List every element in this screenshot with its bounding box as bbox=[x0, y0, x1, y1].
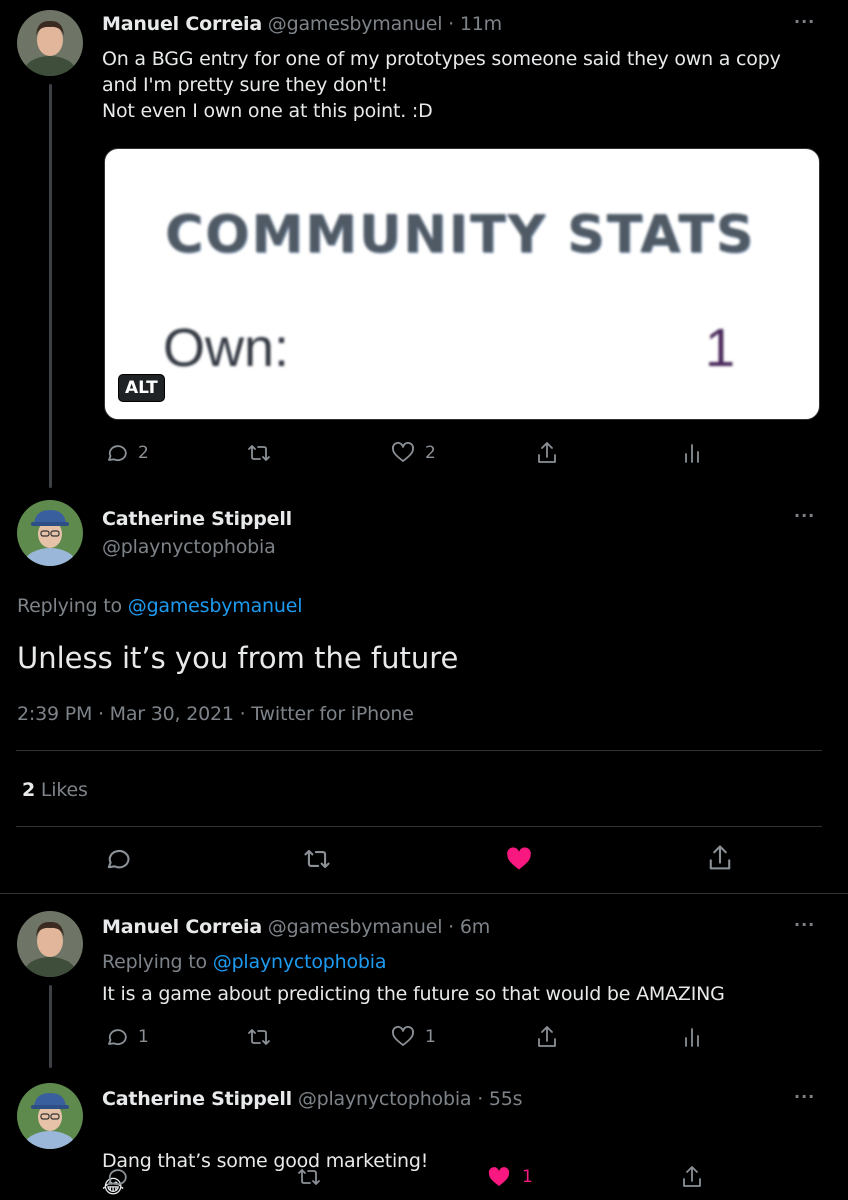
alt-badge[interactable]: ALT bbox=[118, 374, 165, 402]
likes-label: Likes bbox=[35, 779, 88, 801]
share-icon bbox=[538, 442, 556, 463]
display-name[interactable]: Manuel Correia bbox=[102, 13, 262, 35]
share-icon bbox=[683, 1166, 701, 1187]
retweet-button[interactable] bbox=[246, 1025, 272, 1049]
like-button[interactable]: 1 bbox=[486, 1165, 533, 1189]
handle[interactable]: @gamesbymanuel bbox=[268, 916, 443, 938]
community-stats-title: COMMUNITY STATS bbox=[165, 205, 756, 265]
tweet-header: Manuel Correia @gamesbymanuel · 11m bbox=[102, 13, 502, 35]
timestamp[interactable]: · 55s bbox=[477, 1088, 522, 1110]
reply-icon bbox=[108, 1169, 127, 1186]
retweet-button[interactable] bbox=[246, 441, 272, 465]
like-button[interactable]: 2 bbox=[391, 441, 436, 465]
share-icon bbox=[538, 1026, 556, 1047]
reply-button[interactable] bbox=[103, 845, 131, 873]
likes-summary[interactable]: 2 Likes bbox=[22, 779, 88, 801]
analytics-button[interactable] bbox=[682, 441, 702, 465]
divider bbox=[16, 826, 822, 827]
tweet-text: On a BGG entry for one of my prototypes … bbox=[102, 48, 781, 122]
retweet-button[interactable] bbox=[296, 1165, 322, 1189]
display-name[interactable]: Catherine Stippell bbox=[102, 1088, 292, 1110]
heart-icon bbox=[392, 1026, 414, 1046]
reply-button[interactable]: 1 bbox=[104, 1025, 149, 1049]
retweet-button[interactable] bbox=[302, 845, 332, 873]
share-button[interactable] bbox=[680, 1164, 704, 1190]
replying-to-handle[interactable]: @gamesbymanuel bbox=[128, 595, 303, 617]
heart-icon bbox=[392, 442, 414, 462]
tweet-text-content: Dang that’s some good marketing! bbox=[102, 1150, 429, 1172]
divider bbox=[0, 893, 848, 894]
retweet-icon bbox=[304, 849, 330, 869]
handle[interactable]: @playnyctophobia bbox=[102, 536, 276, 558]
like-count: 1 bbox=[425, 1027, 436, 1047]
share-button[interactable] bbox=[535, 1024, 559, 1050]
tweet-header: Manuel Correia @gamesbymanuel · 6m bbox=[102, 916, 490, 938]
replying-to: Replying to @playnyctophobia bbox=[102, 951, 387, 973]
timestamp[interactable]: · 6m bbox=[448, 916, 490, 938]
timestamp[interactable]: · 11m bbox=[448, 13, 502, 35]
analytics-icon bbox=[685, 444, 699, 463]
own-value: 1 bbox=[705, 318, 736, 378]
tweet-header: Catherine Stippell @playnyctophobia · 55… bbox=[102, 1088, 523, 1110]
retweet-icon bbox=[248, 445, 270, 461]
heart-filled-icon bbox=[488, 1167, 510, 1186]
reply-icon bbox=[107, 850, 130, 869]
heart-filled-icon bbox=[507, 847, 531, 870]
tweet-text: Dang that’s some good marketing! 😂 bbox=[102, 1122, 428, 1200]
handle[interactable]: @playnyctophobia bbox=[298, 1088, 472, 1110]
analytics-button[interactable] bbox=[682, 1025, 702, 1049]
divider bbox=[16, 750, 822, 751]
tweet-meta[interactable]: 2:39 PM · Mar 30, 2021 · Twitter for iPh… bbox=[17, 703, 414, 725]
reply-button[interactable]: 2 bbox=[104, 441, 149, 465]
avatar[interactable] bbox=[17, 1083, 83, 1149]
share-button[interactable] bbox=[706, 843, 734, 873]
reply-button[interactable] bbox=[104, 1165, 128, 1189]
reply-icon bbox=[108, 1029, 127, 1046]
more-icon[interactable]: ··· bbox=[794, 915, 815, 934]
tweet-image[interactable]: COMMUNITY STATS Own: 1 bbox=[104, 148, 820, 420]
replying-to-prefix: Replying to bbox=[17, 595, 128, 617]
reply-icon bbox=[108, 445, 127, 462]
avatar[interactable] bbox=[17, 500, 83, 566]
like-count: 1 bbox=[522, 1167, 533, 1187]
replying-to-prefix: Replying to bbox=[102, 951, 213, 973]
like-button[interactable]: 1 bbox=[391, 1025, 436, 1049]
reply-count: 2 bbox=[138, 443, 149, 463]
display-name[interactable]: Catherine Stippell bbox=[102, 508, 292, 530]
more-icon[interactable]: ··· bbox=[794, 12, 815, 31]
more-icon[interactable]: ··· bbox=[794, 506, 815, 525]
share-button[interactable] bbox=[535, 440, 559, 466]
tweet-text: It is a game about predicting the future… bbox=[102, 983, 725, 1005]
replying-to: Replying to @gamesbymanuel bbox=[17, 595, 302, 617]
reply-count: 1 bbox=[138, 1027, 149, 1047]
avatar[interactable] bbox=[17, 10, 83, 76]
retweet-icon bbox=[248, 1029, 270, 1045]
display-name[interactable]: Manuel Correia bbox=[102, 916, 262, 938]
own-label: Own: bbox=[163, 318, 290, 378]
thread-line bbox=[49, 985, 52, 1068]
handle[interactable]: @gamesbymanuel bbox=[268, 13, 443, 35]
share-icon bbox=[709, 845, 731, 870]
retweet-icon bbox=[298, 1169, 320, 1185]
more-icon[interactable]: ··· bbox=[794, 1087, 815, 1106]
avatar[interactable] bbox=[17, 911, 83, 977]
like-button[interactable] bbox=[504, 845, 534, 873]
likes-count: 2 bbox=[22, 779, 36, 801]
focused-tweet-text: Unless it’s you from the future bbox=[17, 641, 459, 675]
replying-to-handle[interactable]: @playnyctophobia bbox=[213, 951, 387, 973]
like-count: 2 bbox=[425, 443, 436, 463]
analytics-icon bbox=[685, 1028, 699, 1047]
thread-line bbox=[49, 84, 52, 488]
